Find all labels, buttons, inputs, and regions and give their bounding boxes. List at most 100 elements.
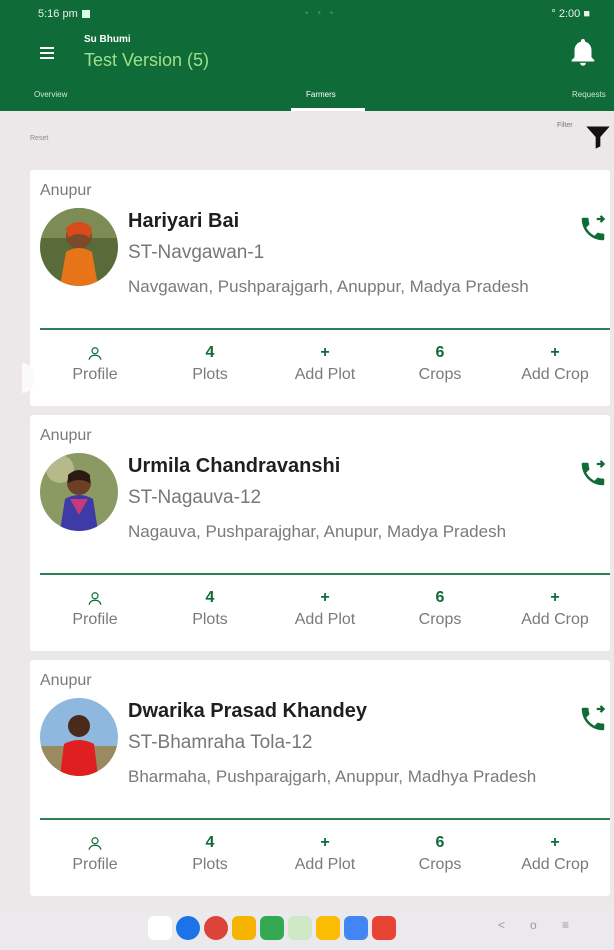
- notification-icon: [81, 9, 90, 18]
- avatar: [40, 453, 118, 531]
- farmer-district: Anupur: [40, 182, 92, 199]
- messages-app-icon[interactable]: [176, 916, 200, 940]
- bell-icon[interactable]: [566, 36, 600, 70]
- app-grid-icon[interactable]: [372, 916, 396, 940]
- farmer-card[interactable]: Anupur Hariyari Bai ST-Navgawan-1 Navgaw…: [30, 170, 610, 406]
- crops-count: 6: [435, 589, 445, 606]
- add-crop-label: Add Crop: [521, 611, 589, 628]
- card-actions: Profile 4 Plots + Add Plot 6 Crops + Add…: [40, 832, 610, 888]
- farmer-code: ST-Nagauva-12: [128, 487, 262, 508]
- crops-label: Crops: [418, 856, 462, 873]
- crops-count: 6: [435, 834, 445, 851]
- tab-requests[interactable]: Requests: [572, 90, 606, 99]
- tab-bar: Overview Farmers Requests: [0, 85, 614, 111]
- add-plot-icon: +: [320, 834, 330, 851]
- menu-icon[interactable]: [40, 47, 54, 59]
- add-crop-label: Add Crop: [521, 856, 589, 873]
- farmer-card[interactable]: Anupur Dwarika Prasad Khandey ST-Bhamrah…: [30, 660, 610, 896]
- app-icon-6[interactable]: [288, 916, 312, 940]
- plots-label: Plots: [192, 611, 228, 628]
- app-dock: [148, 912, 466, 944]
- app-icon-7[interactable]: [316, 916, 340, 940]
- filter-icon[interactable]: [584, 123, 612, 151]
- app-bar: Su Bhumi Test Version (5) Overview Farme…: [0, 27, 614, 111]
- plots-button[interactable]: 4 Plots: [155, 587, 265, 629]
- plots-button[interactable]: 4 Plots: [155, 832, 265, 874]
- status-center-dots: • • •: [305, 8, 337, 19]
- home-nav-button[interactable]: o: [530, 918, 537, 932]
- chrome-app-icon[interactable]: [204, 916, 228, 940]
- add-crop-button[interactable]: + Add Crop: [500, 587, 610, 629]
- profile-icon: [88, 836, 102, 850]
- profile-label: Profile: [72, 856, 118, 873]
- crops-button[interactable]: 6 Crops: [385, 832, 495, 874]
- plots-label: Plots: [192, 856, 228, 873]
- add-crop-label: Add Crop: [521, 366, 589, 383]
- farmer-name: Dwarika Prasad Khandey: [128, 700, 367, 722]
- plots-count: 4: [205, 834, 215, 851]
- crops-button[interactable]: 6 Crops: [385, 587, 495, 629]
- avatar: [40, 698, 118, 776]
- add-plot-button[interactable]: + Add Plot: [270, 832, 380, 874]
- add-plot-label: Add Plot: [294, 611, 356, 628]
- add-crop-icon: +: [550, 344, 560, 361]
- add-plot-button[interactable]: + Add Plot: [270, 342, 380, 384]
- crops-button[interactable]: 6 Crops: [385, 342, 495, 384]
- phone-forward-icon[interactable]: [576, 704, 610, 734]
- phone-forward-icon[interactable]: [576, 214, 610, 244]
- farmer-district: Anupur: [40, 427, 92, 444]
- reset-button[interactable]: Reset: [30, 135, 48, 142]
- profile-label: Profile: [72, 366, 118, 383]
- farmer-code: ST-Bhamraha Tola-12: [128, 732, 313, 753]
- app-icon-4[interactable]: [232, 916, 256, 940]
- tab-farmers[interactable]: Farmers: [306, 90, 336, 99]
- status-right: ° 2:00 ■: [551, 7, 590, 20]
- recents-nav-button[interactable]: ≡: [562, 918, 569, 932]
- farmer-code: ST-Navgawan-1: [128, 242, 265, 263]
- add-plot-label: Add Plot: [294, 366, 356, 383]
- system-nav-bar: < o ≡: [0, 906, 614, 950]
- app-subtitle: Test Version (5): [84, 50, 210, 70]
- farmer-name: Urmila Chandravanshi: [128, 455, 341, 477]
- app-icon-8[interactable]: [344, 916, 368, 940]
- status-time-wrap: 5:16 pm: [38, 8, 90, 20]
- crops-label: Crops: [418, 611, 462, 628]
- add-plot-icon: +: [320, 344, 330, 361]
- crops-label: Crops: [418, 366, 462, 383]
- profile-button[interactable]: Profile: [40, 342, 150, 384]
- add-plot-button[interactable]: + Add Plot: [270, 587, 380, 629]
- add-crop-icon: +: [550, 589, 560, 606]
- plots-button[interactable]: 4 Plots: [155, 342, 265, 384]
- farmer-address: Bharmaha, Pushparajgarh, Anuppur, Madhya…: [128, 767, 537, 786]
- filter-bar: Reset Filter: [0, 111, 614, 161]
- profile-icon: [88, 346, 102, 360]
- plots-count: 4: [205, 344, 215, 361]
- farmer-card[interactable]: Anupur Urmila Chandravanshi ST-Nagauva-1…: [30, 415, 610, 651]
- tab-overview[interactable]: Overview: [34, 90, 67, 99]
- profile-label: Profile: [72, 611, 118, 628]
- app-name: Su Bhumi: [84, 34, 131, 45]
- plots-count: 4: [205, 589, 215, 606]
- profile-button[interactable]: Profile: [40, 587, 150, 629]
- play-store-icon[interactable]: [260, 916, 284, 940]
- phone-forward-icon[interactable]: [576, 459, 610, 489]
- add-plot-label: Add Plot: [294, 856, 356, 873]
- status-bar: 5:16 pm • • • ° 2:00 ■: [0, 0, 614, 27]
- phone-app-icon[interactable]: [148, 916, 172, 940]
- plots-label: Plots: [192, 366, 228, 383]
- add-crop-button[interactable]: + Add Crop: [500, 342, 610, 384]
- card-divider: [40, 573, 610, 575]
- card-actions: Profile 4 Plots + Add Plot 6 Crops + Add…: [40, 587, 610, 643]
- filter-label: Filter: [557, 122, 573, 129]
- crops-count: 6: [435, 344, 445, 361]
- profile-icon: [88, 591, 102, 605]
- add-plot-icon: +: [320, 589, 330, 606]
- status-time: 5:16 pm: [38, 7, 78, 20]
- farmer-address: Nagauva, Pushparajghar, Anupur, Madya Pr…: [128, 522, 507, 541]
- avatar: [40, 208, 118, 286]
- farmer-district: Anupur: [40, 672, 92, 689]
- add-crop-button[interactable]: + Add Crop: [500, 832, 610, 874]
- profile-button[interactable]: Profile: [40, 832, 150, 874]
- card-actions: Profile 4 Plots + Add Plot 6 Crops + Add…: [40, 342, 610, 398]
- back-nav-button[interactable]: <: [498, 918, 505, 932]
